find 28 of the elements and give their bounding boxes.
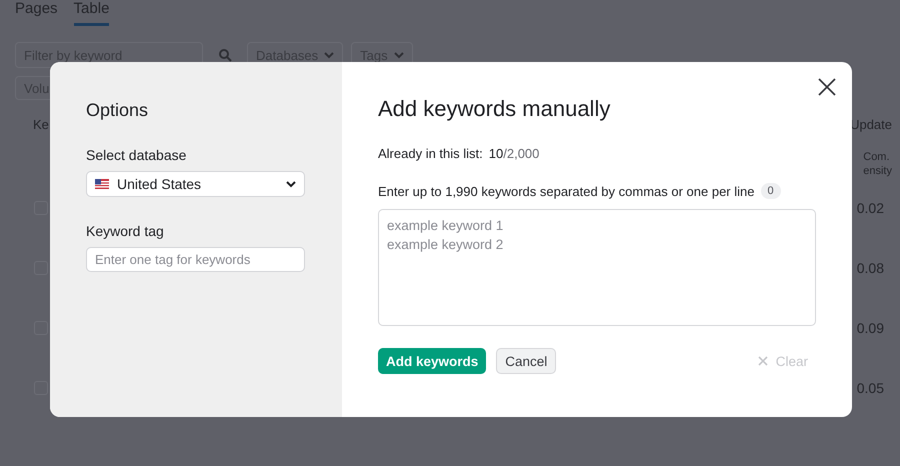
field-label: Keyword tag	[86, 223, 165, 239]
cancel-button[interactable]: Cancel	[496, 348, 556, 374]
dialog-title: Add keywords manually	[378, 96, 612, 122]
chevron-down-icon	[394, 52, 404, 58]
column-header: Ke	[33, 116, 49, 132]
table-cell: 0.02	[856, 200, 884, 216]
list-count: 10/2,000	[488, 146, 540, 161]
table-cell: 0.09	[856, 320, 884, 336]
instructions-text: Enter up to 1,990 keywords separated by commas or one per line	[378, 184, 754, 198]
list-count-label: Already in this list:	[378, 146, 483, 161]
clear-button[interactable]: Clear	[758, 354, 808, 368]
chevron-down-icon	[324, 52, 334, 58]
tab[interactable]: Pages	[15, 0, 58, 26]
table-cell: 0.05	[856, 380, 884, 396]
chevron-down-icon	[286, 180, 296, 188]
tag-input-field[interactable]: Enter one tag for keywords	[86, 247, 305, 272]
keywords-field[interactable]: example keyword 1 example keyword 2	[378, 209, 816, 326]
table-cell: 0.08	[856, 260, 884, 276]
keyword-count-badge: 0	[760, 183, 781, 199]
options-title: Options	[86, 100, 150, 121]
database-select[interactable]: United States	[86, 171, 305, 197]
add-keywords-button[interactable]: Add keywords	[378, 348, 486, 374]
x-icon	[758, 356, 768, 366]
tab[interactable]: Table	[74, 0, 110, 26]
column-subheader: Com. ensity	[863, 150, 892, 178]
close-icon[interactable]	[818, 78, 836, 96]
flag-icon	[95, 179, 109, 189]
field-label: Select database	[86, 147, 188, 163]
